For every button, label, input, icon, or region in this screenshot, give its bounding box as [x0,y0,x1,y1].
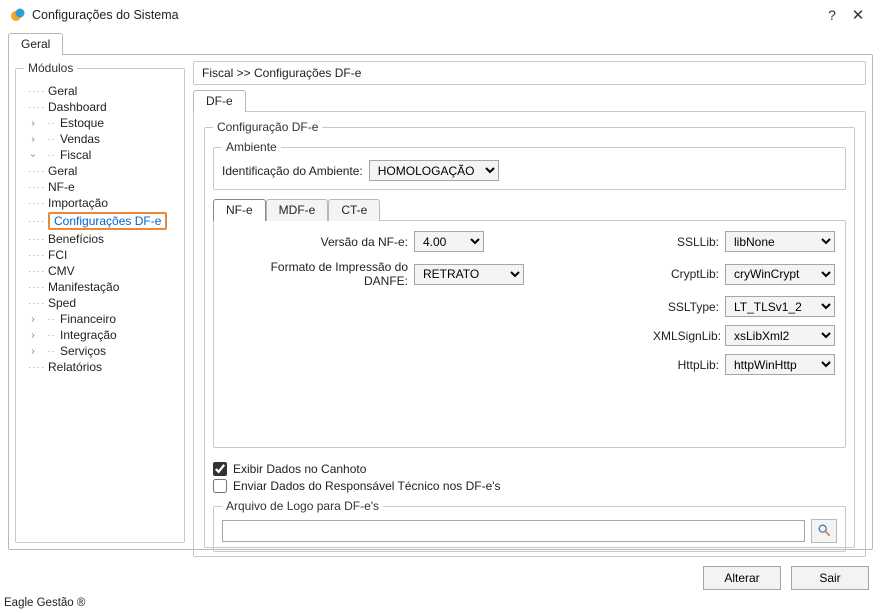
tree-item-estoque[interactable]: ›··Estoque [24,116,176,130]
tree-item-fiscal[interactable]: ›··Fiscal [24,148,176,162]
subtab-nfe[interactable]: NF-e [213,199,266,221]
modules-legend: Módulos [24,61,77,75]
cryptlib-label: CryptLib: [653,267,725,281]
alterar-button[interactable]: Alterar [703,566,781,590]
check-canhoto[interactable]: Exibir Dados no Canhoto [213,462,846,476]
ambiente-fieldset: Ambiente Identificação do Ambiente: HOMO… [213,140,846,190]
subtab-cte[interactable]: CT-e [328,199,380,221]
modules-fieldset: Módulos ····Geral ····Dashboard ›··Estoq… [15,61,185,543]
tree-item-fiscal-manifestacao[interactable]: ····Manifestação [24,280,176,294]
httplib-label: HttpLib: [653,358,725,372]
tree-item-integracao[interactable]: ›··Integração [24,328,176,342]
titlebar: Configurações do Sistema ? ✕ [0,0,881,28]
app-logo-icon [10,7,26,23]
tab-geral[interactable]: Geral [8,33,63,55]
cryptlib-select[interactable]: cryWinCrypt [725,264,835,285]
danfe-select[interactable]: RETRATO [414,264,524,285]
tree-item-fiscal-geral[interactable]: ····Geral [24,164,176,178]
tree-item-geral[interactable]: ····Geral [24,84,176,98]
tree-item-fiscal-fci[interactable]: ····FCI [24,248,176,262]
ssllib-label: SSLLib: [653,235,725,249]
ambiente-label: Identificação do Ambiente: [222,164,363,178]
tree-item-fiscal-config-dfe[interactable]: ····Configurações DF-e [24,212,176,230]
ssltype-select[interactable]: LT_TLSv1_2 [725,296,835,317]
tree-item-dashboard[interactable]: ····Dashboard [24,100,176,114]
ssltype-label: SSLType: [653,300,725,314]
tree-item-fiscal-nfe[interactable]: ····NF-e [24,180,176,194]
ambiente-legend: Ambiente [222,140,281,154]
logo-path-input[interactable] [222,520,805,542]
versao-label: Versão da NF-e: [224,235,414,249]
check-responsavel[interactable]: Enviar Dados do Responsável Técnico nos … [213,479,846,493]
danfe-label: Formato de Impressão do DANFE: [224,260,414,288]
close-button[interactable]: ✕ [845,6,871,24]
check-canhoto-box[interactable] [213,462,227,476]
ssllib-select[interactable]: libNone [725,231,835,252]
chevron-right-icon[interactable]: › [28,134,38,145]
versao-select[interactable]: 4.00 [414,231,484,252]
outer-tab-strip: Geral [8,33,873,55]
httplib-select[interactable]: httpWinHttp [725,354,835,375]
config-dfe-legend: Configuração DF-e [213,120,322,134]
ambiente-select[interactable]: HOMOLOGAÇÃO [369,160,499,181]
config-dfe-fieldset: Configuração DF-e Ambiente Identificação… [204,120,855,548]
tree-item-relatorios[interactable]: ····Relatórios [24,360,176,374]
check-responsavel-box[interactable] [213,479,227,493]
logo-fieldset: Arquivo de Logo para DF-e's [213,499,846,552]
status-bar: Eagle Gestão ® [4,597,85,609]
search-icon [817,523,831,540]
tree-item-fiscal-sped[interactable]: ····Sped [24,296,176,310]
tree-item-fiscal-beneficios[interactable]: ····Benefícios [24,232,176,246]
browse-logo-button[interactable] [811,519,837,543]
logo-legend: Arquivo de Logo para DF-e's [222,499,383,513]
help-button[interactable]: ? [819,7,845,23]
chevron-right-icon[interactable]: › [28,330,38,341]
xmlsign-label: XMLSignLib: [653,329,725,343]
modules-tree: ····Geral ····Dashboard ›··Estoque ›··Ve… [24,83,176,375]
tab-dfe[interactable]: DF-e [193,90,246,112]
tree-item-fiscal-cmv[interactable]: ····CMV [24,264,176,278]
tree-item-fiscal-importacao[interactable]: ····Importação [24,196,176,210]
sair-button[interactable]: Sair [791,566,869,590]
chevron-down-icon[interactable]: › [28,150,39,160]
chevron-right-icon[interactable]: › [28,118,38,129]
chevron-right-icon[interactable]: › [28,314,38,325]
subtab-mdfe[interactable]: MDF-e [266,199,329,221]
tree-item-financeiro[interactable]: ›··Financeiro [24,312,176,326]
breadcrumb: Fiscal >> Configurações DF-e [193,61,866,85]
window-title: Configurações do Sistema [32,8,819,22]
xmlsign-select[interactable]: xsLibXml2 [725,325,835,346]
tree-item-vendas[interactable]: ›··Vendas [24,132,176,146]
chevron-right-icon[interactable]: › [28,346,38,357]
tree-item-servicos[interactable]: ›··Serviços [24,344,176,358]
